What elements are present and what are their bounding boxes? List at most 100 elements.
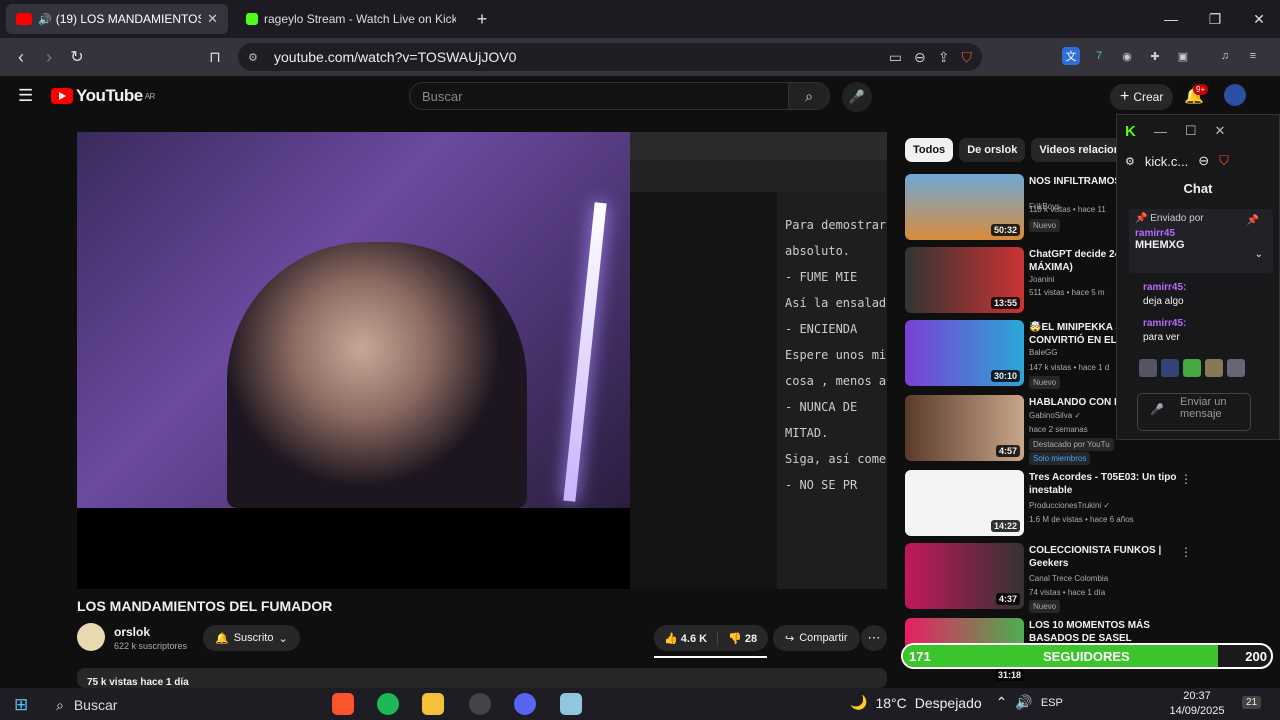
clock[interactable]: 20:37 14/09/2025 xyxy=(1168,689,1226,719)
rec-meta: 1.6 M de vistas • hace 6 años xyxy=(1029,515,1134,524)
minimize-button[interactable]: — xyxy=(1150,0,1192,38)
video-player[interactable]: Para demostrar absoluto. - FUME MIE Así … xyxy=(77,132,887,589)
windows-start-icon[interactable]: ⊞ xyxy=(14,695,28,715)
hamburger-menu-icon[interactable]: ☰ xyxy=(18,86,33,106)
forward-icon[interactable]: › xyxy=(34,42,64,72)
weather-desc[interactable]: Despejado xyxy=(915,695,982,711)
search-button[interactable]: ⌕ xyxy=(788,82,830,110)
video-thumbnail[interactable]: 30:10 xyxy=(905,320,1024,386)
spotify-app-icon[interactable] xyxy=(377,693,399,715)
address-bar[interactable]: ⚙ youtube.com/watch?v=TOSWAUjJOV0 ▭ ⊖ ⇪ … xyxy=(238,43,982,71)
notification-count[interactable]: 21 xyxy=(1242,696,1262,709)
rec-title[interactable]: COLECCIONISTA FUNKOS | Geekers xyxy=(1029,544,1179,570)
kick-minimize-button[interactable]: — xyxy=(1154,124,1167,139)
kick-maximize-button[interactable]: ☐ xyxy=(1185,123,1197,139)
7tv-extension-icon[interactable]: 7 xyxy=(1090,47,1108,65)
pinned-user[interactable]: ramirr45 xyxy=(1135,228,1175,239)
taskbar-search[interactable]: ⌕ Buscar xyxy=(48,692,313,718)
volume-icon[interactable]: 🔊 xyxy=(1015,694,1032,711)
voice-search-button[interactable]: 🎤 xyxy=(842,82,872,112)
translate-extension-icon[interactable]: 文 xyxy=(1062,47,1080,65)
chip-all[interactable]: Todos xyxy=(905,138,954,162)
rec-channel: Canal Trece Colombia xyxy=(1029,574,1109,583)
video-thumbnail[interactable]: 4:57 xyxy=(905,395,1024,461)
bookmark-icon[interactable]: ⊓ xyxy=(200,42,230,72)
share-arrow-icon: ↪ xyxy=(785,632,795,645)
channel-name[interactable]: orslok xyxy=(114,625,150,639)
emote-icon[interactable] xyxy=(1205,359,1223,377)
obs-app-icon[interactable] xyxy=(469,693,491,715)
dislike-button[interactable]: 👎 28 xyxy=(717,631,767,645)
menu-icon[interactable]: ≡ xyxy=(1244,47,1262,65)
video-thumbnail[interactable]: 50:32 xyxy=(905,174,1024,240)
lang-indicator[interactable]: ESP xyxy=(1041,697,1063,709)
rec-menu-icon[interactable]: ⋮ xyxy=(1180,620,1185,634)
cast-icon[interactable]: ▭ xyxy=(889,49,902,66)
avatar[interactable] xyxy=(1224,84,1246,106)
like-button[interactable]: 👍 4.6 K xyxy=(654,632,717,645)
share-icon[interactable]: ⇪ xyxy=(938,49,950,66)
rec-title[interactable]: Tres Acordes - T05E03: Un tipo inestable xyxy=(1029,471,1179,497)
video-thumbnail[interactable]: 4:37 xyxy=(905,543,1024,609)
video-thumbnail[interactable]: 14:22 xyxy=(905,470,1024,536)
new-tab-button[interactable]: + xyxy=(467,4,497,34)
rec-menu-icon[interactable]: ⋮ xyxy=(1180,472,1192,486)
share-button[interactable]: ↪ Compartir xyxy=(773,625,860,651)
emote-row xyxy=(1139,359,1279,377)
weather-temp[interactable]: 18°C xyxy=(875,695,906,711)
discord-app-icon[interactable] xyxy=(514,693,536,715)
emote-icon[interactable] xyxy=(1227,359,1245,377)
description-box[interactable]: 75 k vistas hace 1 día xyxy=(77,668,887,688)
close-window-button[interactable]: ✕ xyxy=(1238,0,1280,38)
brave-shield-icon[interactable]: ⛉ xyxy=(962,49,973,66)
video-thumbnail[interactable]: 13:55 xyxy=(905,247,1024,313)
zoom-icon[interactable]: ⊖ xyxy=(914,49,926,66)
site-settings-icon[interactable]: ⚙ xyxy=(1125,155,1135,168)
pin-icon[interactable]: 📌 xyxy=(1247,215,1259,226)
restore-button[interactable]: ❐ xyxy=(1194,0,1236,38)
puzzle-extension-icon[interactable]: ✚ xyxy=(1146,47,1164,65)
sidebar-icon[interactable]: ▣ xyxy=(1174,47,1192,65)
search-input[interactable]: Buscar xyxy=(409,82,789,110)
reload-icon[interactable]: ↻ xyxy=(62,42,92,72)
chevron-down-icon[interactable]: ⌄ xyxy=(1255,249,1263,260)
zoom-icon[interactable]: ⊖ xyxy=(1198,153,1209,169)
create-button[interactable]: + Crear xyxy=(1110,84,1174,110)
more-actions-button[interactable]: ⋯ xyxy=(861,625,887,651)
pinned-message[interactable]: 📌 Enviado por ramirr45 MHEMXG 📌 ⌄ xyxy=(1129,209,1273,273)
media-icon[interactable]: ♫ xyxy=(1216,47,1234,65)
ghost-extension-icon[interactable]: ◉ xyxy=(1118,47,1136,65)
chat-text: deja algo xyxy=(1143,296,1184,307)
tab-youtube[interactable]: 🔊 (19) LOS MANDAMIENTOS D ✕ xyxy=(6,4,228,34)
rec-badge: Destacado por YouTu xyxy=(1029,438,1114,451)
chip-from-channel[interactable]: De orslok xyxy=(959,138,1026,162)
moon-weather-icon[interactable]: 🌙 xyxy=(850,694,867,711)
app-icon[interactable] xyxy=(560,693,582,715)
chevron-up-icon[interactable]: ⌃ xyxy=(996,694,1008,711)
mic-icon[interactable]: 🎤 xyxy=(1150,404,1164,416)
chat-username[interactable]: ramirr45: xyxy=(1143,282,1186,293)
brave-shield-icon[interactable]: ⛉ xyxy=(1219,153,1229,169)
rec-menu-icon[interactable]: ⋮ xyxy=(1180,545,1192,559)
list-item[interactable]: 4:37 COLECCIONISTA FUNKOS | Geekers Cana… xyxy=(905,543,1192,613)
youtube-logo[interactable]: YouTube AR xyxy=(51,86,155,106)
chat-input[interactable]: 🎤 Enviar un mensaje xyxy=(1137,393,1251,431)
emote-icon[interactable] xyxy=(1139,359,1157,377)
rec-title[interactable]: LOS 10 MOMENTOS MÁS BASADOS DE SASEL xyxy=(1029,619,1179,645)
file-explorer-icon[interactable] xyxy=(422,693,444,715)
kick-address-bar[interactable]: ⚙ kick.c... ⊖ ⛉ xyxy=(1117,147,1279,175)
emote-icon[interactable] xyxy=(1161,359,1179,377)
chat-username[interactable]: ramirr45: xyxy=(1143,318,1186,329)
kick-close-button[interactable]: ✕ xyxy=(1215,123,1226,139)
close-tab-icon[interactable]: ✕ xyxy=(201,11,218,27)
channel-avatar[interactable] xyxy=(77,623,105,651)
video-title: LOS MANDAMIENTOS DEL FUMADOR xyxy=(77,598,333,614)
site-settings-icon[interactable]: ⚙ xyxy=(248,51,258,64)
brave-app-icon[interactable] xyxy=(332,693,354,715)
list-item[interactable]: 14:22 Tres Acordes - T05E03: Un tipo ine… xyxy=(905,470,1192,536)
subscribed-button[interactable]: 🔔 Suscrito ⌄ xyxy=(203,625,300,651)
emote-icon[interactable] xyxy=(1183,359,1201,377)
speaker-icon[interactable]: 🔊 xyxy=(38,13,52,26)
tab-kick[interactable]: rageylo Stream - Watch Live on Kick xyxy=(236,4,466,34)
back-icon[interactable]: ‹ xyxy=(6,42,36,72)
